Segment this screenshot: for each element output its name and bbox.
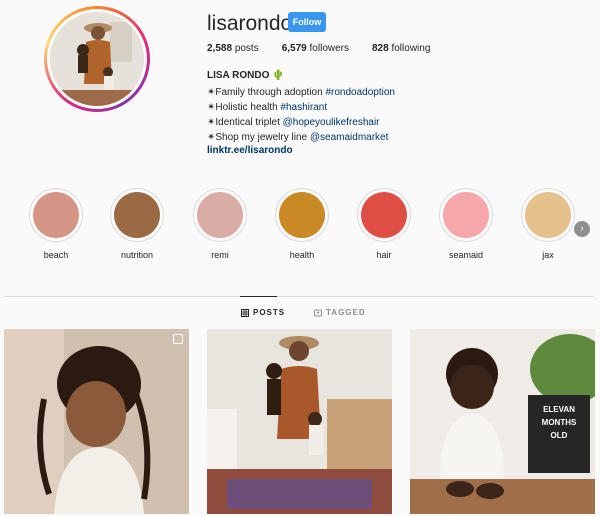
following-stat-label: following <box>391 43 431 54</box>
grid-icon <box>241 308 249 317</box>
highlight-cover <box>279 192 325 238</box>
highlight-ring <box>275 188 329 242</box>
tab-posts-label: POSTS <box>253 308 286 317</box>
profile-stats: 2,588 posts 6,579 followers 828 followin… <box>207 43 430 54</box>
highlight-label: hair <box>376 250 392 260</box>
highlight-label: seamaid <box>448 250 484 260</box>
tag-icon <box>314 309 322 316</box>
posts-stat: 2,588 posts <box>207 43 259 54</box>
highlight-remi[interactable]: remi <box>190 188 250 260</box>
bio-mention-link[interactable]: @seamaidmarket <box>310 132 389 143</box>
avatar-illustration <box>50 12 144 106</box>
profile-avatar[interactable] <box>44 6 150 112</box>
story-highlights: beach nutrition remi health hair seamaid… <box>0 188 600 268</box>
carousel-icon <box>173 334 183 344</box>
bio-line: ✴Identical triplet @hopeyoulikefreshair <box>207 115 395 130</box>
highlight-label: health <box>289 250 315 260</box>
highlight-cover <box>361 192 407 238</box>
bio-hashtag-link[interactable]: #rondoadoption <box>325 87 395 98</box>
highlight-seamaid[interactable]: seamaid <box>436 188 496 260</box>
highlight-ring <box>357 188 411 242</box>
tab-tagged[interactable]: TAGGED <box>314 308 366 317</box>
profile-bio: ✴Family through adoption #rondoadoption … <box>207 85 395 145</box>
highlight-label: remi <box>211 250 229 260</box>
profile-username: lisarondo <box>207 12 293 35</box>
bio-text: ✴Identical triplet <box>207 117 283 128</box>
highlight-ring <box>439 188 493 242</box>
highlight-cover <box>197 192 243 238</box>
tab-posts[interactable]: POSTS <box>241 308 285 317</box>
tabs-divider <box>4 296 594 297</box>
highlight-ring <box>521 188 575 242</box>
chevron-right-icon[interactable]: › <box>574 221 590 237</box>
post-image <box>207 329 392 514</box>
post-thumbnail[interactable] <box>207 329 392 514</box>
post-image <box>4 329 189 514</box>
bio-text: ✴Family through adoption <box>207 87 326 98</box>
letterboard-line: OLD <box>550 431 568 440</box>
followers-count: 6,579 <box>281 43 307 54</box>
posts-count: 2,588 <box>207 43 233 54</box>
avatar-frame <box>47 9 147 109</box>
post-thumbnail[interactable]: ELEVAN MONTHS OLD <box>410 329 595 514</box>
bio-mention-link[interactable]: @hopeyoulikefreshair <box>283 117 380 128</box>
followers-stat[interactable]: 6,579 followers <box>282 43 349 54</box>
letterboard-line: ELEVAN <box>543 405 575 414</box>
bio-text: ✴Holistic health <box>207 102 281 113</box>
highlight-hair[interactable]: hair <box>354 188 414 260</box>
following-count: 828 <box>372 43 389 54</box>
avatar-image <box>50 12 144 106</box>
highlight-ring <box>29 188 83 242</box>
highlight-cover <box>33 192 79 238</box>
followers-stat-label: followers <box>309 43 349 54</box>
follow-button[interactable]: Follow <box>288 12 326 32</box>
bio-line: ✴Shop my jewelry line @seamaidmarket <box>207 130 395 145</box>
bio-hashtag-link[interactable]: #hashirant <box>280 102 327 113</box>
active-tab-indicator <box>240 296 277 297</box>
following-stat[interactable]: 828 following <box>372 43 430 54</box>
bio-line: ✴Family through adoption #rondoadoption <box>207 85 395 100</box>
highlight-jax[interactable]: jax <box>518 188 578 260</box>
bio-line: ✴Holistic health #hashirant <box>207 100 395 115</box>
highlight-health[interactable]: health <box>272 188 332 260</box>
profile-website-link[interactable]: linktr.ee/lisarondo <box>207 145 293 156</box>
highlight-beach[interactable]: beach <box>26 188 86 260</box>
highlight-label: jax <box>542 250 554 260</box>
post-thumbnail[interactable] <box>4 329 189 514</box>
highlight-ring <box>193 188 247 242</box>
highlight-label: nutrition <box>120 250 154 260</box>
highlight-nutrition[interactable]: nutrition <box>107 188 167 260</box>
tab-tagged-label: TAGGED <box>326 308 366 317</box>
highlight-ring <box>110 188 164 242</box>
letterboard-line: MONTHS <box>541 418 577 427</box>
profile-full-name: LISA RONDO 🌵 <box>207 70 285 81</box>
highlight-cover <box>443 192 489 238</box>
highlight-label: beach <box>43 250 69 260</box>
letterboard-sign: ELEVAN MONTHS OLD <box>532 403 586 442</box>
highlight-cover <box>114 192 160 238</box>
bio-text: ✴Shop my jewelry line <box>207 132 310 143</box>
posts-stat-label: posts <box>234 43 259 54</box>
highlight-cover <box>525 192 571 238</box>
